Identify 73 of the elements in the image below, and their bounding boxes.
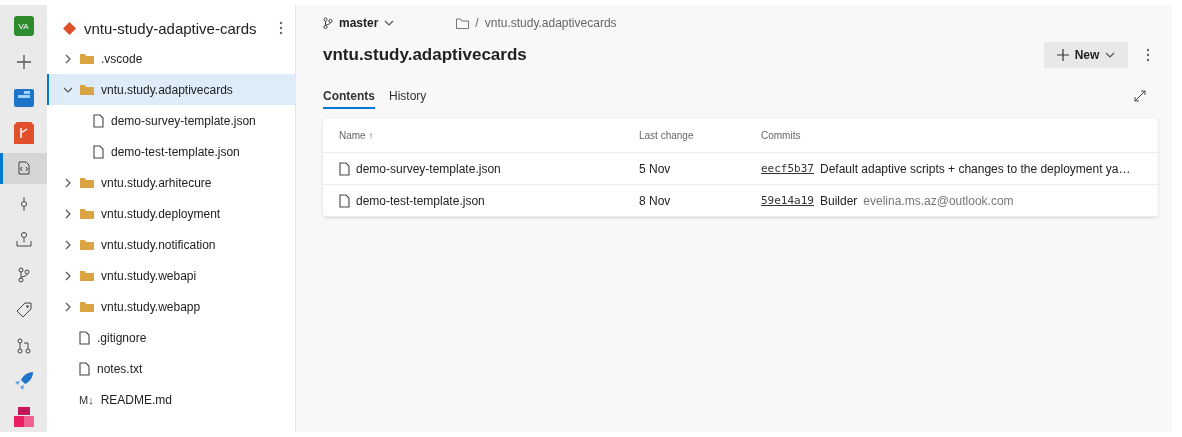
- file-link[interactable]: demo-survey-template.json: [339, 161, 639, 176]
- folder-icon: [80, 84, 94, 95]
- chevron-right-icon: [63, 208, 73, 219]
- repo-name[interactable]: vntu-study-adaptive-cards: [84, 19, 271, 37]
- column-header: Last change: [639, 129, 695, 141]
- file-item[interactable]: demo-test-template.json: [47, 136, 295, 167]
- repos-icon: [13, 121, 34, 144]
- folder-item[interactable]: vntu.study.notification: [47, 229, 295, 260]
- table-cell-text: 5 Nov: [639, 161, 672, 176]
- tab[interactable]: Contents: [323, 83, 375, 109]
- tab[interactable]: History: [389, 83, 427, 109]
- rocket-icon: [13, 371, 34, 392]
- file-item[interactable]: notes.txt: [47, 353, 295, 384]
- chevron-right-icon: [63, 270, 73, 281]
- breadcrumb-separator: /: [475, 16, 479, 30]
- file-icon: [93, 144, 104, 159]
- file-icon: [339, 193, 350, 208]
- commit-icon: [18, 195, 29, 212]
- table-cell-text: 8 Nov: [639, 193, 672, 208]
- branch-icon: [323, 17, 333, 29]
- commit-message: Default adaptive scripts + changes to the deployment ya…: [820, 161, 1131, 176]
- commit-message: Builder: [820, 193, 858, 208]
- page-title: vntu.study.adaptivecards: [323, 45, 527, 65]
- branch-icon: [17, 266, 30, 283]
- folder-icon: [80, 208, 94, 219]
- commit-author: evelina.ms.az@outlook.com: [863, 193, 1014, 208]
- file-item[interactable]: demo-survey-template.json: [47, 105, 295, 136]
- more-icon: [1146, 48, 1150, 62]
- folder-icon: [80, 270, 94, 281]
- file-icon: [93, 113, 104, 128]
- nav-button[interactable]: [0, 153, 47, 184]
- new-button[interactable]: New: [1044, 42, 1128, 68]
- folder-item[interactable]: vntu.study.adaptivecards: [47, 74, 295, 105]
- chevron-down-icon: [1105, 50, 1116, 60]
- file-item[interactable]: M↓ README.md: [47, 384, 295, 415]
- folder-icon: [80, 239, 94, 250]
- file-icon: [79, 361, 90, 376]
- more-icon: [279, 21, 283, 35]
- commit-link[interactable]: 59e14a19: [761, 194, 814, 207]
- folder-item[interactable]: vntu.study.arhitecure: [47, 167, 295, 198]
- file-link[interactable]: demo-test-template.json: [339, 193, 639, 208]
- plus-icon: [15, 53, 32, 70]
- column-header: Commits: [761, 129, 802, 141]
- folder-item[interactable]: vntu.study.webapp: [47, 291, 295, 322]
- chevron-right-icon: [63, 177, 73, 188]
- folder-icon: [80, 177, 94, 188]
- file-item[interactable]: .gitignore: [47, 322, 295, 353]
- chevron-right-icon: [63, 53, 73, 64]
- file-code-icon: [17, 161, 30, 176]
- branch-selector[interactable]: master: [339, 16, 379, 30]
- push-icon: [15, 231, 32, 248]
- folder-item[interactable]: vntu.study.webapi: [47, 260, 295, 291]
- folder-item[interactable]: .vscode: [47, 43, 295, 74]
- boards-icon: [13, 87, 34, 108]
- plus-icon: [1056, 49, 1069, 61]
- folder-outline-icon: [456, 17, 470, 29]
- markdown-icon: M↓: [79, 393, 94, 406]
- folder-item[interactable]: vntu.study.deployment: [47, 198, 295, 229]
- commit-link[interactable]: eecf5b37: [761, 162, 814, 175]
- file-icon: [339, 161, 350, 176]
- artifacts-icon: [13, 406, 34, 427]
- pull-request-icon: [16, 337, 31, 354]
- column-header[interactable]: Name ↑: [339, 129, 639, 141]
- tag-icon: [15, 302, 32, 319]
- chevron-right-icon: [63, 239, 73, 250]
- folder-icon: [80, 301, 94, 312]
- chevron-down-icon: [384, 18, 395, 28]
- expand-icon: [1134, 90, 1146, 102]
- file-icon: [79, 330, 90, 345]
- breadcrumb-link[interactable]: vntu.study.adaptivecards: [484, 16, 617, 30]
- chevron-right-icon: [63, 301, 73, 312]
- folder-icon: [80, 53, 94, 64]
- repo-icon: [63, 21, 76, 35]
